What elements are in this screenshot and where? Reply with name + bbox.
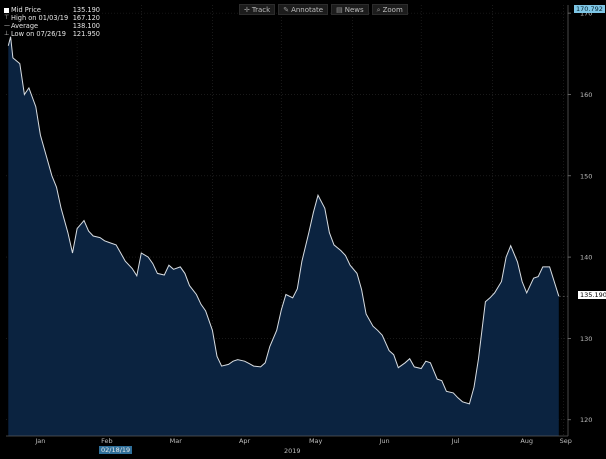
zoom-label: Zoom bbox=[382, 5, 403, 14]
zoom-icon: ⌕ bbox=[376, 5, 381, 14]
news-label: News bbox=[344, 5, 364, 14]
chart-window: 120 130 140 150 160 170 Jan Feb Mar Apr May Jun Jul A… bbox=[0, 0, 606, 459]
x-tick-label: Jul bbox=[451, 437, 460, 445]
x-tick-label: Mar bbox=[170, 437, 183, 445]
chart-toolbar: ✛ Track ✎ Annotate ▤ News ⌕ Zoom bbox=[239, 4, 408, 15]
x-tick-label: Jun bbox=[378, 437, 389, 445]
legend-label: Mid Price bbox=[11, 6, 41, 14]
last-price-badge: 135.190 bbox=[578, 291, 606, 299]
square-icon bbox=[4, 7, 9, 13]
y-tick-label: 150 bbox=[580, 172, 592, 180]
zoom-button[interactable]: ⌕ Zoom bbox=[371, 4, 408, 15]
track-icon: ✛ bbox=[244, 5, 250, 14]
year-label: 2019 bbox=[284, 447, 301, 455]
legend-label: Low on 07/26/19 bbox=[11, 30, 67, 38]
legend-value: 121.950 bbox=[72, 30, 100, 38]
x-tick-label: Apr bbox=[239, 437, 251, 445]
arrow-up-icon: ⊤ bbox=[4, 14, 10, 21]
arrow-down-icon: ⊥ bbox=[4, 30, 10, 37]
y-tick-label: 160 bbox=[580, 91, 592, 99]
y-tick-label: 130 bbox=[580, 335, 592, 343]
legend-value: 135.190 bbox=[72, 6, 100, 14]
legend-label: High on 01/03/19 bbox=[11, 14, 69, 22]
x-tick-label: Aug bbox=[520, 437, 533, 445]
annotate-label: Annotate bbox=[291, 5, 324, 14]
chart-legend: Mid Price 135.190 ⊤ High on 01/03/19 167.… bbox=[4, 6, 100, 38]
track-button[interactable]: ✛ Track bbox=[239, 4, 276, 15]
legend-value: 138.100 bbox=[72, 22, 100, 30]
x-tick-label: Sep bbox=[560, 437, 572, 445]
annotate-icon: ✎ bbox=[283, 5, 290, 14]
legend-row-mid-price[interactable]: Mid Price 135.190 bbox=[4, 6, 100, 14]
annotate-button[interactable]: ✎ Annotate bbox=[278, 4, 329, 15]
news-icon: ▤ bbox=[336, 5, 343, 14]
top-price-badge: 170.792 bbox=[574, 5, 605, 13]
news-button[interactable]: ▤ News bbox=[331, 4, 369, 15]
legend-label: Average bbox=[11, 22, 39, 30]
legend-row-low: ⊥ Low on 07/26/19 121.950 bbox=[4, 30, 100, 38]
y-tick-label: 120 bbox=[580, 416, 592, 424]
track-label: Track bbox=[251, 5, 271, 14]
date-badge: 02/18/19 bbox=[99, 446, 133, 454]
y-tick-label: 140 bbox=[580, 254, 592, 262]
x-tick-label: Jan bbox=[34, 437, 45, 445]
dash-icon: — bbox=[4, 22, 10, 29]
legend-value: 167.120 bbox=[72, 14, 100, 22]
price-chart[interactable]: 120130140150160170Jan Feb Mar Apr May Jun Jul A… bbox=[0, 0, 606, 459]
legend-row-high: ⊤ High on 01/03/19 167.120 bbox=[4, 14, 100, 22]
x-tick-label: May bbox=[309, 437, 323, 445]
legend-row-average: — Average 138.100 bbox=[4, 22, 100, 30]
x-tick-label: Feb bbox=[101, 437, 113, 445]
